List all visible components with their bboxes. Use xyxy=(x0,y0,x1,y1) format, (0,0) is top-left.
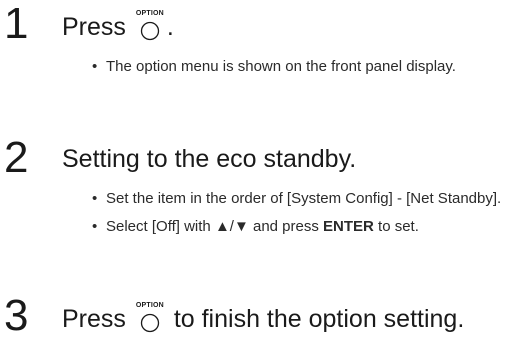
bullet-text: Set the item in the order of [System Con… xyxy=(106,190,502,207)
circle-button-icon xyxy=(140,313,160,333)
heading-suffix: to finish the option setting. xyxy=(173,305,465,333)
option-button-label: OPTION xyxy=(135,302,164,309)
bullet-text: The option menu is shown on the front pa… xyxy=(106,58,456,75)
option-button-icon: OPTION xyxy=(133,302,167,334)
heading-text: Press xyxy=(62,305,126,333)
bullet-text-middle: and press xyxy=(248,218,324,235)
step-number: 3 xyxy=(4,291,29,340)
list-item: • Set the item in the order of [System C… xyxy=(92,188,528,210)
bullet-dot: • xyxy=(92,218,98,235)
bullet-text-end: to set. xyxy=(373,218,419,235)
step-heading: Press OPTION to finish the option settin… xyxy=(62,302,465,334)
up-down-arrow-icon: ▲/▼ xyxy=(214,218,249,235)
bullet-list: • Set the item in the order of [System C… xyxy=(92,188,528,244)
bullet-dot: • xyxy=(92,58,98,75)
step-number: 1 xyxy=(4,0,29,48)
heading-suffix: . xyxy=(166,13,174,41)
list-item: • The option menu is shown on the front … xyxy=(92,56,528,78)
bullet-text-start: Select [Off] with xyxy=(106,218,215,235)
option-button-label: OPTION xyxy=(135,10,164,17)
bullet-dot: • xyxy=(92,190,98,207)
circle-button-icon xyxy=(140,21,160,41)
bullet-list: • The option menu is shown on the front … xyxy=(92,56,528,84)
step-heading: Press OPTION . xyxy=(62,10,174,42)
step-number: 2 xyxy=(4,133,29,182)
step-heading: Setting to the eco standby. xyxy=(62,145,357,173)
enter-key-label: ENTER xyxy=(323,218,374,235)
heading-text: Press xyxy=(62,13,126,41)
list-item: • Select [Off] with ▲/▼ and press ENTER … xyxy=(92,216,528,238)
option-button-icon: OPTION xyxy=(133,10,167,42)
